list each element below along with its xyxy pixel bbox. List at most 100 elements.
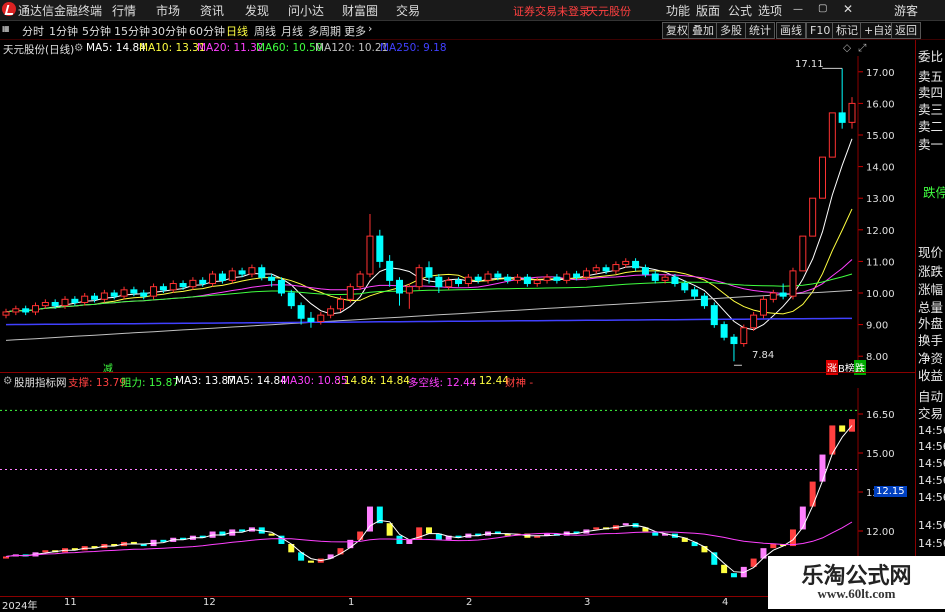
aux-legend-2: : 14.84 <box>373 375 410 387</box>
candle-body <box>277 279 285 294</box>
candle-body <box>523 276 531 285</box>
candle-body <box>671 276 679 285</box>
candle-body <box>573 273 581 278</box>
period-tab-timeshare[interactable]: 分时 <box>22 23 44 39</box>
price-tick-label: 12.00 <box>866 226 895 237</box>
menu-item-options[interactable]: 选项 <box>758 2 782 19</box>
period-tab-1min[interactable]: 1分钟 <box>49 23 78 39</box>
date-label-mar: 3 <box>584 597 591 608</box>
close-icon[interactable]: ✕ <box>843 2 853 16</box>
diamond-icon[interactable]: ◇ <box>843 42 851 54</box>
stats-button[interactable]: 统计 <box>745 22 775 39</box>
candle-body <box>140 292 148 297</box>
candle-body <box>720 324 728 338</box>
candle-body <box>159 286 167 291</box>
candle-body <box>582 270 590 278</box>
indicator-bar <box>721 564 728 574</box>
price-tick-label: 8.00 <box>866 352 888 363</box>
aux-legend-1: : 14.84 <box>337 375 374 387</box>
menu-item-discover[interactable]: 发现 <box>245 2 269 19</box>
candle-body <box>51 301 59 307</box>
menu-item-trade[interactable]: 交易 <box>396 2 420 19</box>
indicator-settings-icon[interactable]: ⚙ <box>3 375 12 387</box>
main-chart-title: 天元股份(日线) <box>3 44 75 56</box>
ma20-legend: MA20: 11.32 <box>197 42 264 54</box>
f10-button[interactable]: F10 <box>806 22 835 39</box>
candle-body <box>622 260 630 266</box>
period-tab-daily[interactable]: 日线 <box>226 23 248 39</box>
date-label-nov: 11 <box>64 597 77 608</box>
ma5-legend: MA5: 14.84 <box>86 42 146 54</box>
menu-item-market[interactable]: 市场 <box>156 2 180 19</box>
price-tick-label: 17.00 <box>866 68 895 79</box>
side-time-2: 14:56 <box>918 440 945 453</box>
menu-item-formula[interactable]: 公式 <box>728 2 752 19</box>
candle-body <box>169 283 177 291</box>
candle-body <box>2 311 10 316</box>
candle-body <box>395 279 403 294</box>
candle-body <box>71 298 79 303</box>
candle-body <box>681 283 689 291</box>
login-warning[interactable]: 证券交易未登录 <box>513 3 590 19</box>
candle-body <box>789 270 797 297</box>
high-price-label: 17.11 <box>795 59 824 70</box>
side-trade[interactable]: 交易 <box>918 403 943 422</box>
menu-item-news[interactable]: 资讯 <box>200 2 224 19</box>
menu-item-quotes[interactable]: 行情 <box>112 2 136 19</box>
indicator-bar <box>760 548 767 559</box>
watermark-url: www.60lt.com <box>817 586 896 601</box>
menu-item-function[interactable]: 功能 <box>666 2 690 19</box>
ma60-legend: MA60: 10.50 <box>256 42 323 54</box>
pane-divider[interactable] <box>0 372 915 373</box>
candlestick-chart[interactable]: 8.00 9.00 10.00 11.00 12.00 13.00 14.00 15.00 16… <box>0 56 915 372</box>
restore-icon[interactable]: ▢ <box>818 3 827 14</box>
candle-body <box>307 317 315 322</box>
mark-button[interactable]: 标记 <box>832 22 862 39</box>
overlay-button[interactable]: 叠加 <box>688 22 718 39</box>
candle-body <box>750 314 758 329</box>
grid-icon[interactable]: ▦ <box>2 24 10 33</box>
candle-body <box>81 295 89 303</box>
period-tab-weekly[interactable]: 周线 <box>254 23 276 39</box>
period-tab-5min[interactable]: 5分钟 <box>82 23 111 39</box>
candle-body <box>287 292 295 307</box>
date-label-apr: 4 <box>722 597 729 608</box>
price-tick-label: 15.00 <box>866 131 895 142</box>
draw-line-button[interactable]: 画线 <box>776 22 806 39</box>
candle-body <box>120 289 128 297</box>
menu-item-wealth[interactable]: 财富圈 <box>342 2 378 19</box>
candle-body <box>563 273 571 281</box>
ma3-legend: MA3: 13.87 <box>175 375 235 387</box>
multi-stock-button[interactable]: 多股 <box>716 22 746 39</box>
menu-item-layout[interactable]: 版面 <box>696 2 720 19</box>
period-tab-monthly[interactable]: 月线 <box>281 23 303 39</box>
chevron-right-icon[interactable]: › <box>368 22 372 35</box>
candle-body <box>405 286 413 294</box>
indicator-tick-label: 15.00 <box>866 449 895 460</box>
side-time-5: 14:56 <box>918 491 945 504</box>
menu-item-ask[interactable]: 问小达 <box>288 2 324 19</box>
candle-body <box>238 270 246 275</box>
price-tick-label: 13.00 <box>866 194 895 205</box>
user-guest[interactable]: 游客 <box>894 2 918 19</box>
period-tab-60min[interactable]: 60分钟 <box>189 23 225 39</box>
period-tab-multi[interactable]: 多周期 <box>308 23 341 39</box>
period-tab-30min[interactable]: 30分钟 <box>151 23 187 39</box>
minimize-icon[interactable]: — <box>793 4 803 15</box>
candle-body <box>818 156 826 199</box>
indicator-bar <box>799 506 806 530</box>
side-time-1: 14:56 <box>918 424 945 437</box>
expand-icon[interactable]: ⤢ <box>858 42 866 55</box>
candle-body <box>828 112 836 158</box>
side-time-4: 14:56 <box>918 474 945 487</box>
back-button[interactable]: 返回 <box>891 22 921 39</box>
candle-body <box>455 279 463 285</box>
candle-body <box>425 267 433 278</box>
candle-body <box>602 267 610 272</box>
period-tab-15min[interactable]: 15分钟 <box>114 23 150 39</box>
candle-body <box>22 308 30 313</box>
settings-gear-icon[interactable]: ⚙ <box>74 42 83 54</box>
side-change: 涨跌 <box>918 264 944 279</box>
period-tab-more[interactable]: 更多 <box>344 23 366 39</box>
candle-body <box>218 273 226 281</box>
